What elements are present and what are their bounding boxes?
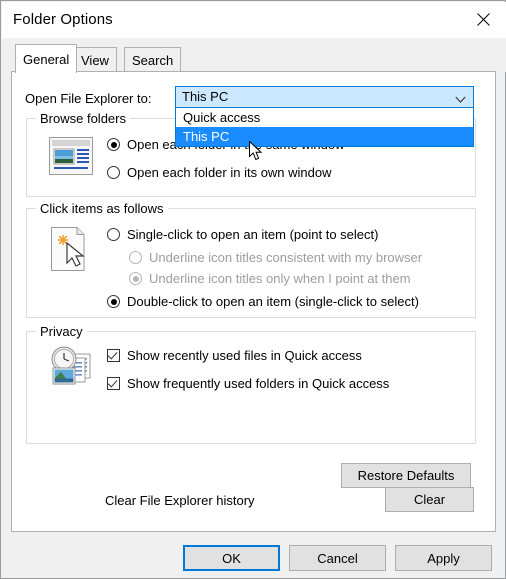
window-title: Folder Options (13, 11, 113, 28)
click-items-underline-point-label: Underline icon titles only when I point … (149, 271, 411, 286)
radio-icon (107, 138, 120, 151)
clear-history-label: Clear File Explorer history (105, 493, 255, 508)
click-items-single-click-label: Single-click to open an item (point to s… (127, 227, 379, 242)
privacy-title: Privacy (36, 324, 87, 339)
tab-search[interactable]: Search (124, 47, 182, 72)
click-items-single-click-option[interactable]: Single-click to open an item (point to s… (107, 227, 378, 242)
dropdown-option-quick-access[interactable]: Quick access (176, 108, 473, 127)
clear-button[interactable]: Clear (385, 487, 474, 512)
tab-strip: General View Search (2, 38, 506, 73)
restore-defaults-label: Restore Defaults (357, 468, 455, 483)
browse-folders-own-window-option[interactable]: Open each folder in its own window (107, 165, 332, 180)
tab-view-label: View (81, 52, 109, 68)
checkbox-icon (107, 349, 120, 362)
chevron-down-icon (455, 93, 466, 107)
open-file-explorer-combobox[interactable]: This PC (175, 86, 474, 108)
ok-button[interactable]: OK (183, 545, 280, 571)
open-file-explorer-dropdown-list[interactable]: Quick access This PC (175, 108, 474, 147)
title-bar: Folder Options (2, 2, 506, 38)
close-icon (477, 12, 490, 26)
tab-search-label: Search (132, 52, 174, 68)
radio-icon (129, 272, 142, 285)
privacy-group: Privacy Show recently used files in Quic… (26, 324, 476, 512)
privacy-recent-files-checkbox[interactable]: Show recently used files in Quick access (107, 348, 362, 363)
tab-general-label: General (23, 51, 70, 67)
close-button[interactable] (461, 2, 506, 36)
privacy-frequent-folders-checkbox[interactable]: Show frequently used folders in Quick ac… (107, 376, 389, 391)
click-items-underline-browser-label: Underline icon titles consistent with my… (149, 250, 423, 265)
document-pointer-icon (51, 227, 91, 274)
checkbox-icon (107, 377, 120, 390)
explorer-window-icon (49, 137, 93, 178)
privacy-frequent-folders-label: Show frequently used folders in Quick ac… (127, 376, 390, 391)
open-file-explorer-selected-value: This PC (182, 89, 229, 104)
restore-defaults-button[interactable]: Restore Defaults (341, 463, 471, 488)
privacy-recent-files-label: Show recently used files in Quick access (127, 348, 362, 363)
clear-button-label: Clear (413, 492, 446, 507)
tab-view[interactable]: View (73, 47, 117, 72)
browse-folders-title: Browse folders (36, 111, 130, 126)
apply-button-label: Apply (427, 550, 460, 566)
folder-options-dialog: Folder Options General View Search Open … (0, 0, 506, 579)
browse-folders-own-window-label: Open each folder in its own window (127, 165, 332, 180)
dropdown-option-this-pc[interactable]: This PC (176, 127, 473, 146)
radio-icon (107, 166, 120, 179)
click-items-double-click-option[interactable]: Double-click to open an item (single-cli… (107, 294, 419, 309)
clock-documents-icon (49, 346, 97, 391)
radio-icon (107, 295, 120, 308)
click-items-group: Click items as follows Single-click to o… (26, 201, 476, 318)
click-items-underline-point-option: Underline icon titles only when I point … (129, 271, 411, 286)
cancel-button[interactable]: Cancel (289, 545, 386, 571)
radio-icon (129, 251, 142, 264)
tab-general[interactable]: General (15, 44, 78, 73)
open-file-explorer-label: Open File Explorer to: (25, 91, 152, 106)
ok-button-label: OK (222, 550, 241, 566)
apply-button[interactable]: Apply (395, 545, 492, 571)
radio-icon (107, 228, 120, 241)
cancel-button-label: Cancel (317, 550, 358, 566)
general-tab-panel: Open File Explorer to: This PC Quick acc… (11, 71, 496, 532)
click-items-title: Click items as follows (36, 201, 168, 216)
click-items-double-click-label: Double-click to open an item (single-cli… (127, 294, 419, 309)
click-items-underline-browser-option: Underline icon titles consistent with my… (129, 250, 422, 265)
